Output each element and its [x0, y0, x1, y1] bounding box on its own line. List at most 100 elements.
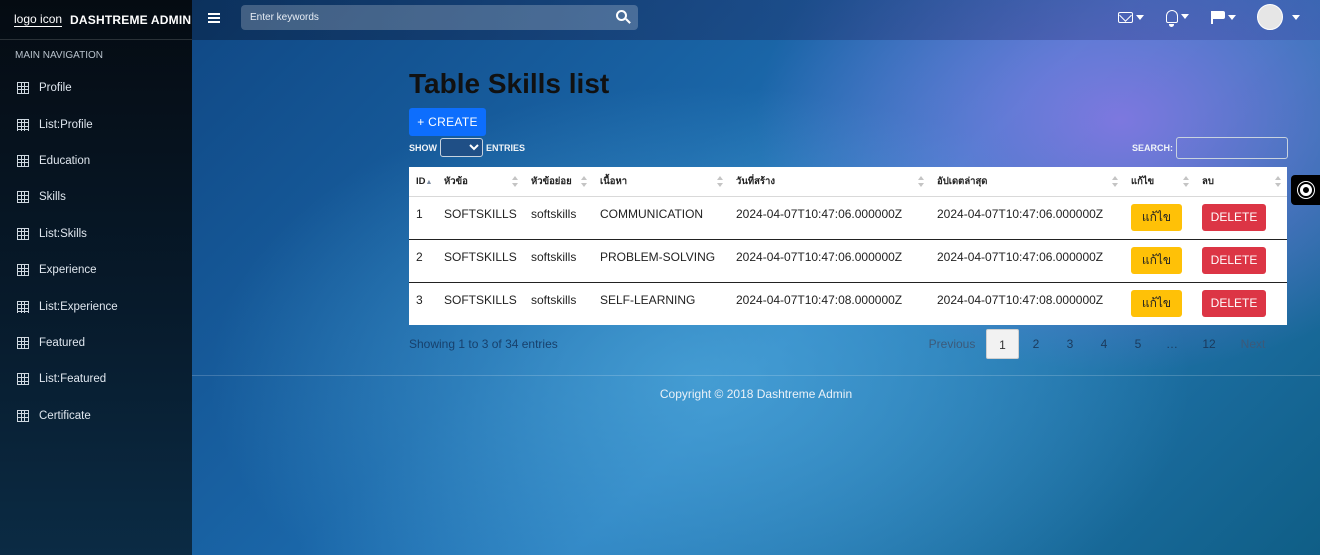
grid-icon	[17, 373, 29, 386]
sort-icon	[717, 176, 723, 187]
pagination: Previous 1 2 3 4 5 … 12 Next	[918, 329, 1277, 359]
pagination-page-5[interactable]: 5	[1121, 329, 1155, 359]
sort-icon	[1112, 176, 1118, 187]
cell-content: COMMUNICATION	[593, 196, 729, 240]
pagination-page-2[interactable]: 2	[1019, 329, 1053, 359]
table-search: SEARCH:	[1132, 137, 1289, 159]
cell-subtopic: softskills	[524, 196, 593, 240]
sort-icon	[1183, 176, 1189, 187]
grid-icon	[17, 154, 29, 167]
envelope-icon	[1118, 12, 1133, 23]
column-header-id[interactable]: ID▲	[409, 167, 437, 197]
messages-dropdown[interactable]	[1118, 12, 1144, 23]
cell-content: PROBLEM-SOLVING	[593, 239, 729, 283]
sidebar-item-label: Experience	[39, 264, 97, 277]
cell-content: SELF-LEARNING	[600, 292, 696, 307]
column-header-subtopic[interactable]: หัวข้อย่อย	[524, 167, 593, 197]
pagination-ellipsis: …	[1166, 337, 1178, 351]
sidebar-item-list-experience[interactable]: List:Experience	[0, 288, 192, 324]
sidebar-item-label: Education	[39, 154, 91, 167]
search-icon[interactable]	[616, 10, 627, 21]
column-header-content[interactable]: เนื้อหา	[593, 167, 729, 197]
table-info: Showing 1 to 3 of 34 entries	[409, 337, 558, 351]
cell-topic: SOFTSKILLS	[444, 292, 517, 307]
language-dropdown[interactable]	[1211, 11, 1236, 24]
pagination-page-12[interactable]: 12	[1189, 329, 1229, 359]
sidebar-item-certificate[interactable]: Certificate	[0, 398, 192, 434]
delete-button[interactable]: DELETE	[1202, 246, 1266, 274]
menu-toggle-icon[interactable]	[208, 13, 220, 23]
chevron-down-icon	[1228, 14, 1236, 20]
sidebar-item-list-skills[interactable]: List:Skills	[0, 216, 192, 252]
sidebar-item-featured[interactable]: Featured	[0, 325, 192, 361]
cell-id: 2	[409, 239, 437, 283]
table-row: 2 SOFTSKILLS softskills PROBLEM-SOLVING …	[409, 239, 1287, 283]
sidebar-item-education[interactable]: Education	[0, 143, 192, 179]
sort-icon	[1275, 176, 1281, 187]
column-header-created[interactable]: วันที่สร้าง	[729, 167, 930, 197]
grid-icon	[17, 409, 29, 422]
column-header-updated[interactable]: อัปเดตล่าสุด	[930, 167, 1124, 197]
sidebar-item-label: Profile	[39, 82, 72, 95]
grid-icon	[17, 264, 29, 277]
cell-edit: แก้ไข	[1124, 239, 1195, 283]
delete-button[interactable]: DELETE	[1202, 203, 1266, 231]
settings-toggle[interactable]	[1291, 175, 1320, 205]
logo-icon: logo icon	[14, 12, 63, 27]
cell-delete: DELETE	[1195, 196, 1287, 240]
sort-icon	[918, 176, 924, 187]
column-header-topic[interactable]: หัวข้อ	[437, 167, 524, 197]
chevron-down-icon	[1136, 15, 1144, 20]
flag-icon	[1211, 11, 1225, 24]
entries-label: ENTRIES	[486, 142, 526, 153]
cell-edit: แก้ไข	[1124, 282, 1195, 325]
sidebar-item-experience[interactable]: Experience	[0, 252, 192, 288]
cell-edit: แก้ไข	[1124, 196, 1195, 240]
avatar	[1257, 4, 1283, 30]
sort-icon	[512, 176, 518, 187]
notifications-dropdown[interactable]	[1166, 10, 1189, 27]
sort-asc-icon: ▲	[425, 178, 433, 186]
grid-icon	[17, 118, 29, 131]
page-title: Table Skills list	[409, 68, 610, 99]
create-button[interactable]: + CREATE	[409, 108, 486, 136]
nav-header: MAIN NAVIGATION	[15, 50, 103, 61]
grid-icon	[17, 336, 29, 349]
delete-button[interactable]: DELETE	[1202, 289, 1266, 317]
edit-button[interactable]: แก้ไข	[1131, 289, 1182, 317]
column-header-delete[interactable]: ลบ	[1195, 167, 1287, 197]
search-input[interactable]	[241, 5, 638, 30]
table-search-input[interactable]	[1176, 137, 1289, 159]
sidebar-item-list-featured[interactable]: List:Featured	[0, 361, 192, 397]
grid-icon	[17, 191, 29, 204]
cell-delete: DELETE	[1195, 282, 1287, 325]
sidebar-item-list-profile[interactable]: List:Profile	[0, 106, 192, 142]
chevron-down-icon	[1181, 14, 1189, 19]
grid-icon	[17, 227, 29, 240]
column-header-edit[interactable]: แก้ไข	[1124, 167, 1195, 197]
cell-subtopic: softskills	[531, 292, 577, 307]
sidebar-item-label: Featured	[39, 336, 86, 349]
cell-created: 2024-04-07T10:47:06.000000Z	[729, 239, 930, 283]
pagination-page-1[interactable]: 1	[986, 329, 1019, 359]
show-label: SHOW	[409, 142, 437, 153]
entries-select[interactable]	[440, 138, 483, 157]
pagination-page-4[interactable]: 4	[1087, 329, 1121, 359]
entries-length: SHOW ENTRIES	[409, 138, 525, 157]
edit-button[interactable]: แก้ไข	[1131, 203, 1182, 231]
pagination-next[interactable]: Next	[1229, 329, 1277, 359]
brand[interactable]: logo icon DASHTREME ADMIN	[0, 0, 192, 40]
sidebar-item-label: List:Featured	[39, 373, 107, 386]
pagination-page-3[interactable]: 3	[1053, 329, 1087, 359]
cell-topic: SOFTSKILLS	[437, 196, 524, 240]
user-dropdown[interactable]	[1257, 4, 1300, 30]
chevron-down-icon	[1292, 14, 1300, 20]
edit-button[interactable]: แก้ไข	[1131, 246, 1182, 274]
cell-updated: 2024-04-07T10:47:06.000000Z	[930, 239, 1124, 283]
sidebar-item-skills[interactable]: Skills	[0, 179, 192, 215]
sidebar-item-label: Skills	[39, 191, 66, 204]
pagination-previous[interactable]: Previous	[918, 329, 986, 359]
cell-created: 2024-04-07T10:47:08.000000Z	[736, 292, 903, 307]
sidebar-item-profile[interactable]: Profile	[0, 70, 192, 106]
skills-table: ID▲ หัวข้อ หัวข้อย่อย เนื้อหา วันที่สร้า…	[409, 167, 1287, 325]
